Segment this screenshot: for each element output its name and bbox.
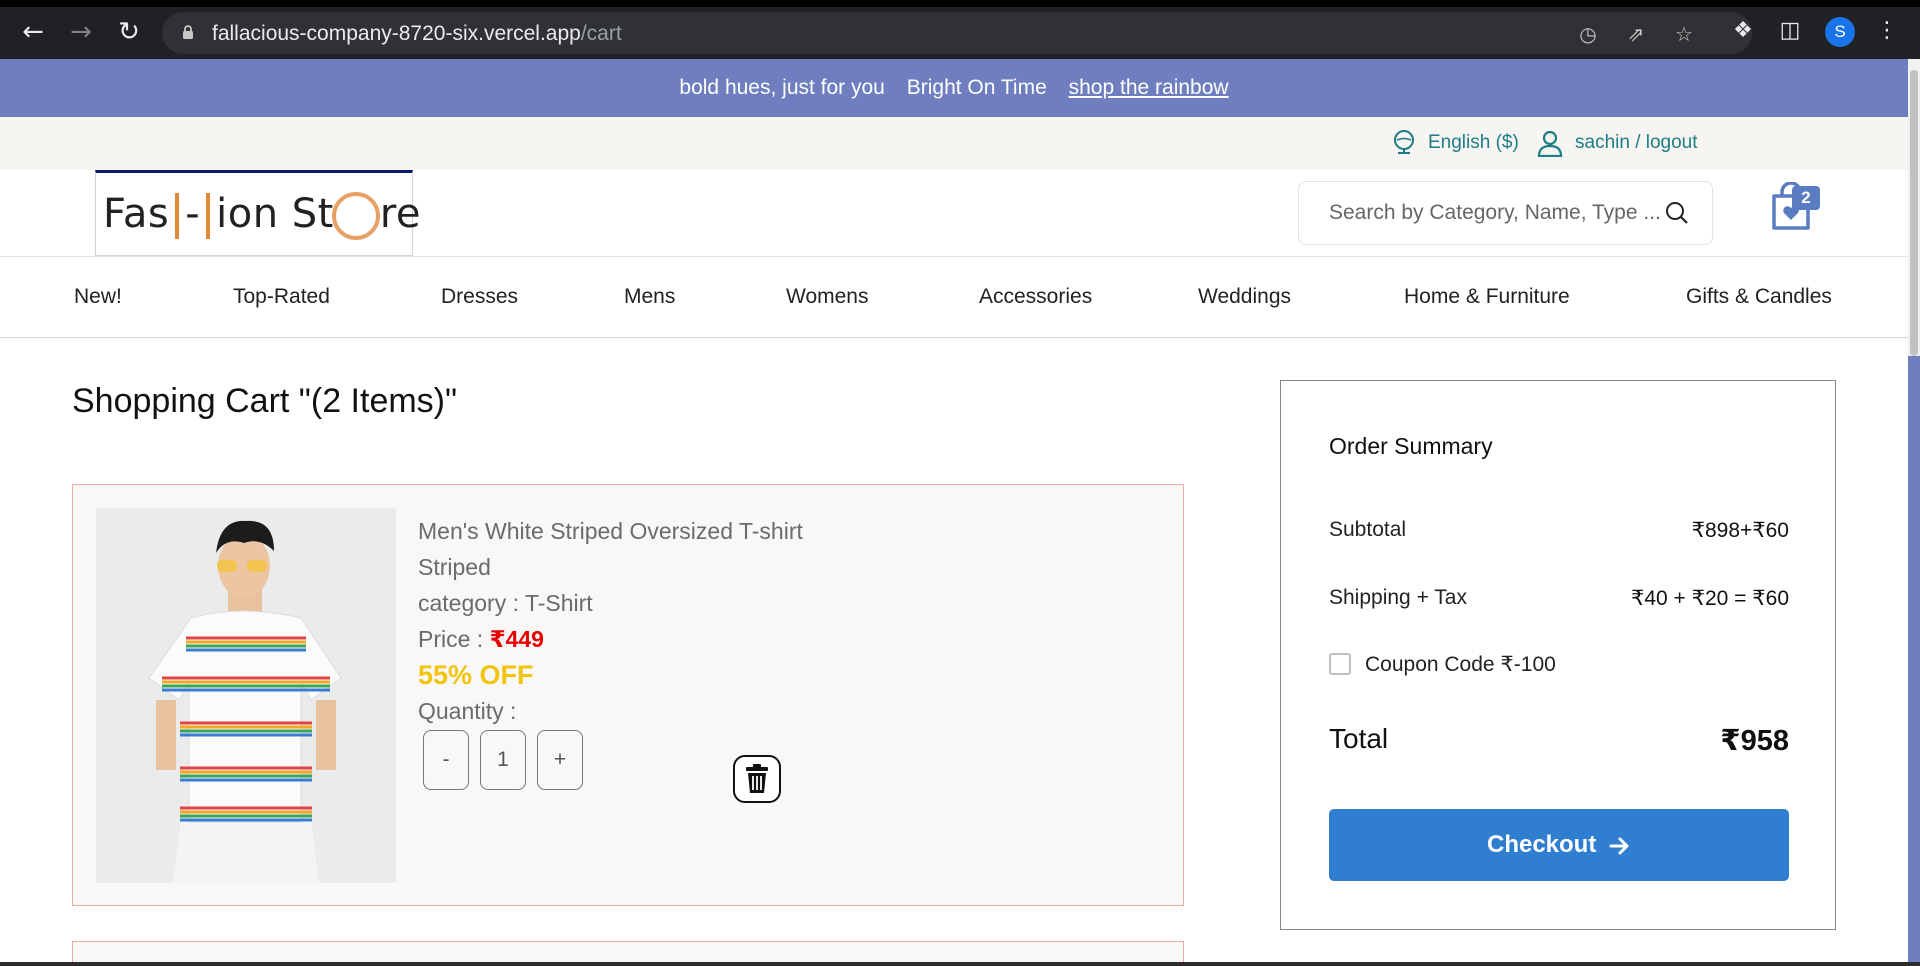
product-name[interactable]: Men's White Striped Oversized T-shirt <box>418 513 803 549</box>
user-logout-link[interactable]: sachin / logout <box>1537 129 1698 158</box>
coupon-checkbox[interactable] <box>1329 653 1351 675</box>
coupon-label: Coupon Code ₹-100 <box>1365 653 1556 676</box>
subtotal-row: Subtotal ₹898+₹60 <box>1329 518 1789 542</box>
total-value: ₹958 <box>1720 725 1789 757</box>
nav-item-home-furniture[interactable]: Home & Furniture <box>1404 285 1570 309</box>
lock-icon <box>183 25 193 39</box>
total-row: Total ₹958 <box>1329 723 1789 757</box>
promo-text-secondary: Bright On Time <box>906 76 1047 99</box>
cart-item: Men's White Striped Oversized T-shirt St… <box>72 484 1184 906</box>
product-photo <box>96 508 396 883</box>
language-selector[interactable]: English ($) <box>1392 129 1519 157</box>
url-text: fallacious-company-8720-six.vercel.app/c… <box>212 22 622 45</box>
globe-icon <box>1394 130 1414 154</box>
side-panel-icon[interactable]: ◫ <box>1777 18 1803 44</box>
quantity-label: Quantity : <box>418 698 517 724</box>
delete-item-button[interactable] <box>733 755 781 803</box>
discount-badge: 55% OFF <box>418 660 534 690</box>
search-icon[interactable] <box>1664 200 1690 226</box>
promo-text: bold hues, just for you <box>679 76 885 99</box>
profile-avatar[interactable]: S <box>1825 17 1855 47</box>
address-bar[interactable]: fallacious-company-8720-six.vercel.app/c… <box>162 12 1752 54</box>
window-bottom-edge <box>0 962 1920 966</box>
shipping-value: ₹40 + ₹20 = ₹60 <box>1630 587 1789 610</box>
utility-bar: English ($) sachin / logout <box>0 117 1908 170</box>
category-nav: New! Top-Rated Dresses Mens Womens Acces… <box>0 256 1908 338</box>
nav-item-accessories[interactable]: Accessories <box>979 285 1092 309</box>
promo-banner: bold hues, just for you Bright On Time s… <box>0 59 1908 117</box>
bookmark-star-icon[interactable]: ☆ <box>1672 22 1696 46</box>
quantity-value[interactable]: 1 <box>480 730 526 790</box>
trash-icon <box>746 764 768 793</box>
checkout-button[interactable]: Checkout <box>1329 809 1789 881</box>
page-title: Shopping Cart "(2 Items)" <box>72 382 458 420</box>
forward-icon[interactable]: → <box>66 17 96 47</box>
browser-toolbar: ← → ↻ fallacious-company-8720-six.vercel… <box>0 0 1920 59</box>
menu-kebab-icon[interactable]: ⋮ <box>1874 18 1900 44</box>
share-icon[interactable]: ⇗ <box>1624 22 1648 46</box>
performance-icon[interactable]: ◷ <box>1576 22 1600 46</box>
shipping-row: Shipping + Tax ₹40 + ₹20 = ₹60 <box>1329 586 1789 610</box>
scrollbar-region <box>1908 356 1920 962</box>
product-price-row: Price : ₹449 <box>418 626 544 652</box>
product-category: category : T-Shirt <box>418 590 593 616</box>
quantity-decrease-button[interactable]: - <box>423 730 469 790</box>
extensions-icon[interactable]: ❖ <box>1730 18 1756 44</box>
subtotal-value: ₹898+₹60 <box>1691 519 1789 542</box>
nav-item-top-rated[interactable]: Top-Rated <box>233 285 330 309</box>
site-logo[interactable]: Fas - ion St re <box>95 170 421 256</box>
order-summary: Order Summary Subtotal ₹898+₹60 Shipping… <box>1280 380 1836 930</box>
nav-item-gifts-candles[interactable]: Gifts & Candles <box>1686 285 1832 309</box>
nav-item-new[interactable]: New! <box>74 285 122 309</box>
search-placeholder: Search by Category, Name, Type ... <box>1329 201 1661 224</box>
product-info: Men's White Striped Oversized T-shirt St… <box>418 513 803 729</box>
site-header: Fas - ion St re Search by Category, Name, T… <box>0 170 1908 256</box>
product-pattern: Striped <box>418 554 491 580</box>
search-input[interactable]: Search by Category, Name, Type ... <box>1298 181 1713 245</box>
nav-item-weddings[interactable]: Weddings <box>1198 285 1291 309</box>
nav-item-dresses[interactable]: Dresses <box>441 285 518 309</box>
shop-rainbow-link[interactable]: shop the rainbow <box>1069 76 1229 99</box>
quantity-increase-button[interactable]: + <box>537 730 583 790</box>
back-icon[interactable]: ← <box>18 17 48 47</box>
user-icon <box>1537 130 1563 158</box>
tab-strip-edge <box>0 0 1920 7</box>
nav-item-womens[interactable]: Womens <box>786 285 868 309</box>
order-summary-title: Order Summary <box>1329 433 1493 459</box>
scrollbar-thumb[interactable] <box>1910 70 1918 356</box>
product-image[interactable] <box>96 508 396 883</box>
reload-icon[interactable]: ↻ <box>114 17 144 47</box>
nav-item-mens[interactable]: Mens <box>624 285 675 309</box>
product-price: ₹449 <box>489 626 544 652</box>
arrow-right-icon <box>1609 837 1629 855</box>
cart-count-badge: 2 <box>1792 186 1820 210</box>
